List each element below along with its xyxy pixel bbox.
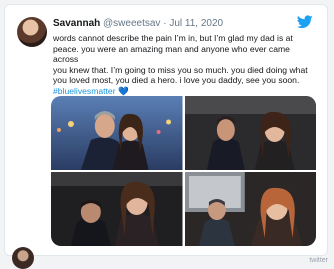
tweet-text-line: you knew that. I’m going to miss you so … <box>53 64 308 75</box>
tweet-card[interactable]: Savannah @sweeetsav · Jul 11, 2020 words… <box>4 4 328 256</box>
tweet-photo[interactable] <box>184 96 316 170</box>
image-credit: twitter <box>309 257 328 264</box>
tweet-date[interactable]: Jul 11, 2020 <box>169 18 223 29</box>
tweet-header: Savannah @sweeetsav · Jul 11, 2020 <box>53 18 223 30</box>
hashtag-line: #bluelivesmatter 💙 <box>53 86 317 97</box>
tweet-text-line: peace. you were an amazing man and anyon… <box>53 43 290 65</box>
author-handle[interactable]: @sweeetsav <box>103 18 160 29</box>
author-avatar[interactable] <box>17 17 47 47</box>
next-tweet-avatar[interactable] <box>12 247 34 269</box>
hashtag-link[interactable]: #bluelivesmatter <box>53 86 116 96</box>
tweet-media-grid <box>51 96 316 246</box>
tweet-text-line: you loved most, you died a hero. i love … <box>53 75 300 86</box>
tweet-photo[interactable] <box>184 172 316 246</box>
twitter-bird-icon[interactable] <box>297 15 313 29</box>
tweet-text: words cannot describe the pain I’m in, b… <box>53 33 317 97</box>
header-separator: · <box>163 18 167 29</box>
author-display-name[interactable]: Savannah <box>53 18 100 29</box>
tweet-photo[interactable] <box>51 172 183 246</box>
tweet-text-line: words cannot describe the pain I’m in, b… <box>53 33 293 43</box>
tweet-photo[interactable] <box>51 96 183 170</box>
blue-heart-emoji: 💙 <box>117 85 129 96</box>
